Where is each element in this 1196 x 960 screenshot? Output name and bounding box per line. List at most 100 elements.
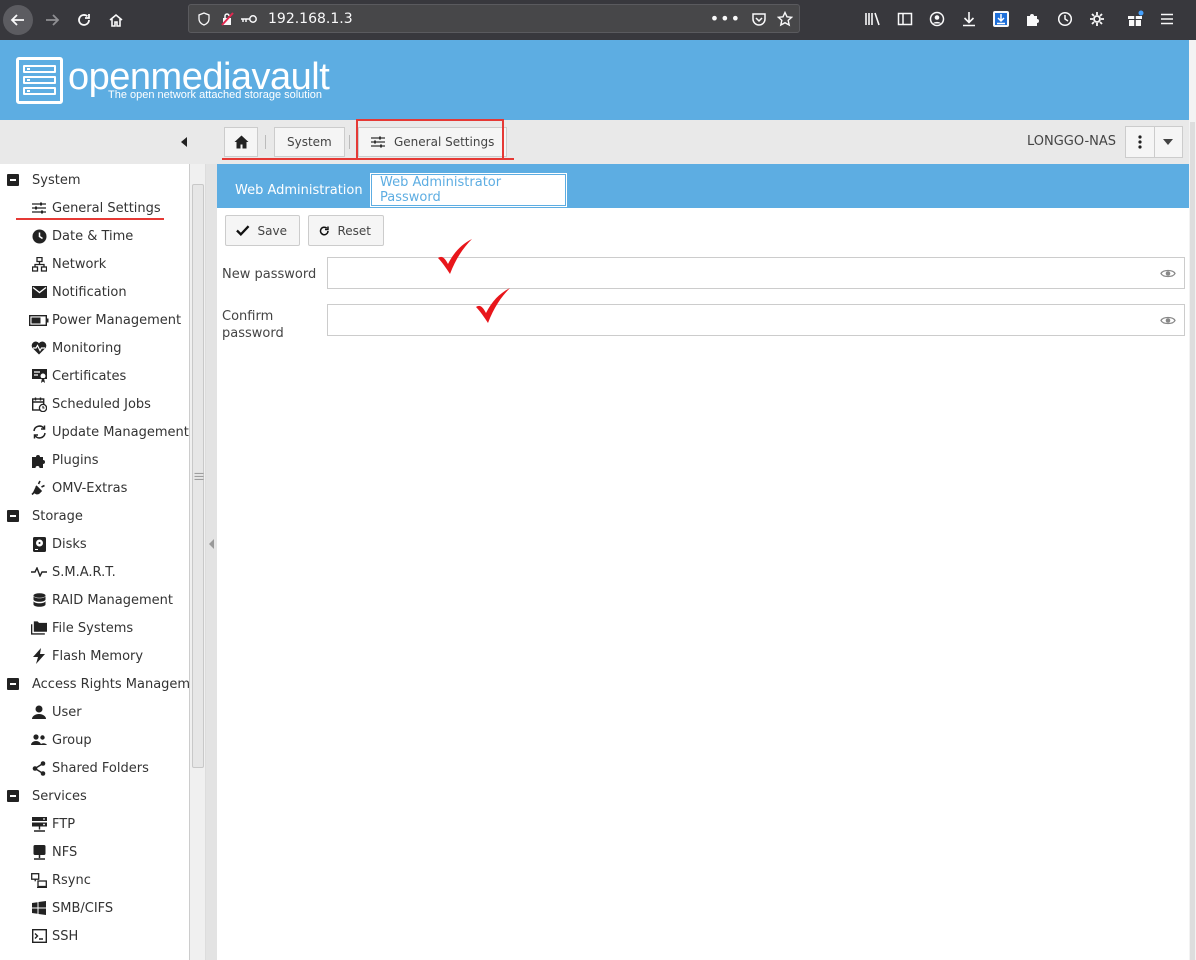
envelope-icon — [31, 284, 47, 300]
browser-toolbar-right — [860, 4, 1180, 34]
extensions-puzzle-icon[interactable] — [1020, 4, 1046, 34]
sidebar-item-disks[interactable]: Disks — [0, 530, 87, 558]
sidebar-group-system[interactable]: System — [0, 166, 80, 194]
download-icon[interactable] — [956, 4, 982, 34]
sidebar-item-group[interactable]: Group — [0, 726, 92, 754]
sidebar-item-plugins[interactable]: Plugins — [0, 446, 99, 474]
logo-server-icon — [16, 57, 63, 104]
sidebar-group-services[interactable]: Services — [0, 782, 87, 810]
page-scroll-thumb[interactable] — [1190, 122, 1195, 960]
sidebar-group-access-rights[interactable]: Access Rights Management — [0, 670, 189, 698]
sidebar-item-power-management[interactable]: Power Management — [0, 306, 181, 334]
sidebar-item-scheduled-jobs[interactable]: Scheduled Jobs — [0, 390, 151, 418]
sidebar-item-monitoring[interactable]: Monitoring — [0, 334, 122, 362]
sidebar-item-flash-memory[interactable]: Flash Memory — [0, 642, 143, 670]
sidebar-item-omv-extras[interactable]: OMV-Extras — [0, 474, 127, 502]
history-clock-icon[interactable] — [1052, 4, 1078, 34]
collapse-sidebar-button[interactable] — [178, 135, 190, 149]
sidebar-item-ftp[interactable]: FTP — [0, 810, 75, 838]
caret-left-icon[interactable] — [209, 539, 214, 549]
annotation-underline — [222, 158, 514, 160]
sidebar-item-certificates[interactable]: Certificates — [0, 362, 126, 390]
heart-pulse-icon — [31, 340, 47, 356]
breadcrumb-system[interactable]: System — [274, 127, 345, 157]
network-icon — [31, 256, 47, 272]
annotation-highlight-box — [356, 119, 504, 160]
sidebar-item-file-systems[interactable]: File Systems — [0, 614, 133, 642]
insecure-lock-icon — [221, 11, 234, 26]
sliders-icon — [31, 200, 47, 216]
eye-icon[interactable] — [1160, 315, 1176, 326]
eye-icon[interactable] — [1160, 268, 1176, 279]
key-icon — [241, 14, 257, 23]
reload-button[interactable] — [68, 4, 100, 36]
sidebar-splitter[interactable] — [206, 164, 217, 960]
sidebar-item-smb-cifs[interactable]: SMB/CIFS — [0, 894, 113, 922]
calendar-clock-icon — [31, 396, 47, 412]
sidebar-item-rsync[interactable]: Rsync — [0, 866, 91, 894]
sidebar-item-user[interactable]: User — [0, 698, 82, 726]
hard-disk-icon — [31, 536, 47, 552]
account-icon[interactable] — [924, 4, 950, 34]
collapse-icon[interactable] — [7, 678, 19, 690]
undo-icon — [319, 226, 329, 235]
home-icon — [234, 135, 248, 149]
caret-down-icon[interactable] — [1155, 127, 1183, 157]
sidebar-item-update-management[interactable]: Update Management — [0, 418, 189, 446]
tab-web-administrator-password[interactable]: Web Administrator Password — [370, 173, 567, 207]
forward-button[interactable] — [36, 4, 68, 36]
gift-icon[interactable] — [1122, 4, 1148, 34]
collapse-icon[interactable] — [7, 790, 19, 802]
reload-icon — [78, 14, 90, 26]
battery-icon — [29, 312, 49, 328]
settings-gear-icon[interactable] — [1084, 4, 1110, 34]
pulse-line-icon — [31, 564, 47, 580]
sidebar-item-raid-management[interactable]: RAID Management — [0, 586, 173, 614]
url-bar[interactable]: 192.168.1.3 ••• — [188, 4, 800, 33]
url-text: 192.168.1.3 — [268, 10, 353, 27]
clock-icon — [31, 228, 47, 244]
brand-tagline: The open network attached storage soluti… — [108, 89, 323, 101]
collapse-icon[interactable] — [7, 174, 19, 186]
users-group-icon — [31, 732, 47, 748]
computers-sync-icon — [31, 872, 47, 888]
hamburger-menu-icon[interactable] — [1154, 4, 1180, 34]
bookmark-star-icon[interactable] — [777, 10, 793, 27]
sidebar-item-notification[interactable]: Notification — [0, 278, 127, 306]
sidebar-item-nfs[interactable]: NFS — [0, 838, 77, 866]
scroll-grip-icon: — — — — [194, 468, 204, 485]
sidebar-toggle-icon[interactable] — [892, 4, 918, 34]
pocket-icon[interactable] — [751, 11, 767, 27]
collapse-icon[interactable] — [7, 510, 19, 522]
back-button[interactable] — [3, 5, 33, 35]
annotation-underline — [16, 218, 164, 220]
sidebar-item-shared-folders[interactable]: Shared Folders — [0, 754, 149, 782]
sidebar-item-smart[interactable]: S.M.A.R.T. — [0, 558, 116, 586]
puzzle-icon — [31, 452, 47, 468]
lightning-icon — [31, 648, 47, 664]
home-button[interactable] — [100, 4, 132, 36]
sidebar-group-storage[interactable]: Storage — [0, 502, 83, 530]
kebab-menu-icon[interactable] — [1126, 127, 1155, 157]
library-icon[interactable] — [860, 4, 886, 34]
refresh-icon — [31, 424, 47, 440]
save-button[interactable]: Save — [225, 215, 300, 246]
navigation-sidebar: System General Settings Date & Time Netw… — [0, 164, 190, 960]
caret-left-icon — [181, 137, 187, 147]
home-icon — [109, 13, 123, 27]
user-icon — [31, 704, 47, 720]
sidebar-item-ssh[interactable]: SSH — [0, 922, 78, 950]
arrow-left-icon — [10, 14, 24, 26]
download-extension-icon[interactable] — [988, 4, 1014, 34]
breadcrumb-home-button[interactable] — [224, 127, 258, 157]
reset-button[interactable]: Reset — [308, 215, 384, 246]
network-drive-icon — [31, 844, 47, 860]
sidebar-item-network[interactable]: Network — [0, 250, 106, 278]
sidebar-item-date-time[interactable]: Date & Time — [0, 222, 133, 250]
user-menu-button[interactable] — [1125, 126, 1183, 158]
page-actions-icon[interactable]: ••• — [710, 9, 741, 28]
tab-web-administration[interactable]: Web Administration — [227, 174, 371, 206]
confirm-password-field[interactable] — [327, 304, 1185, 336]
folders-icon — [31, 620, 47, 636]
database-icon — [31, 592, 47, 608]
